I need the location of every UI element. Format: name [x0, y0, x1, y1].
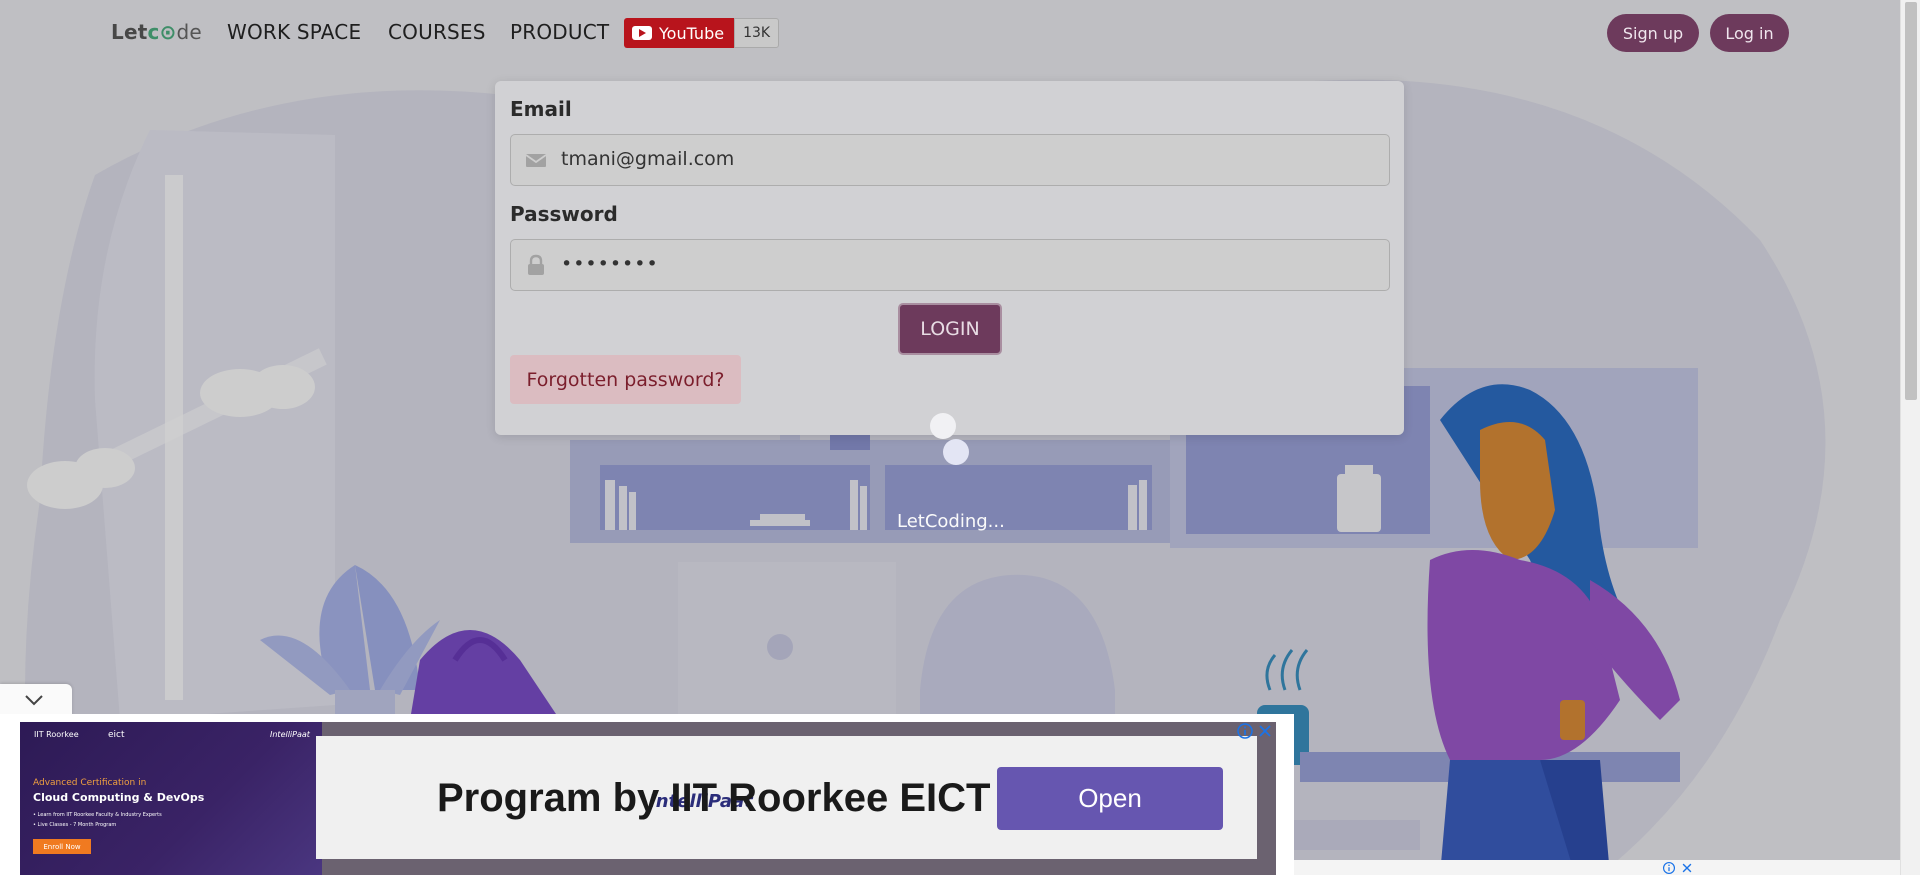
loading-text: LetCoding... — [897, 511, 1005, 532]
ad-intellipaat-logo: IntelliPaat — [270, 730, 310, 739]
nav-workspace-link[interactable]: WORK SPACE — [227, 20, 361, 44]
ad-headline: Program by IIT Roorkee EICT — [437, 776, 991, 820]
ad-iit-logo: IIT Roorkee — [34, 730, 79, 739]
ad-info-icon[interactable] — [1662, 861, 1676, 875]
chevron-down-icon — [25, 695, 43, 706]
scrollbar-thumb[interactable] — [1905, 2, 1917, 400]
ad-info-icon[interactable] — [1236, 722, 1254, 740]
envelope-icon — [525, 154, 547, 167]
ad-close-icon[interactable] — [1256, 722, 1274, 740]
logo-gear-icon: ⊙ — [159, 20, 177, 44]
youtube-subscriber-count: 13K — [734, 18, 780, 48]
ad-close-icon[interactable] — [1680, 861, 1694, 875]
loader-dot — [930, 413, 956, 439]
password-value: •••••••• — [561, 253, 659, 275]
top-navbar: Letc⊙de WORK SPACE COURSES PRODUCT YouTu… — [0, 0, 1900, 66]
youtube-button[interactable]: YouTube — [624, 18, 735, 48]
password-label: Password — [510, 202, 618, 226]
email-field[interactable]: tmani@gmail.com — [510, 134, 1390, 186]
ad-bullet: • Live Classes - 7 Month Program — [33, 822, 117, 828]
letcode-logo[interactable]: Letc⊙de — [111, 20, 202, 44]
loader-dot — [943, 439, 969, 465]
ad-tagline: Advanced Certification in — [33, 778, 147, 788]
youtube-play-icon — [632, 26, 652, 40]
ad-bullet: • Learn from IIT Roorkee Faculty & Indus… — [33, 812, 162, 818]
signup-button[interactable]: Sign up — [1607, 14, 1699, 52]
bottom-ad-strip — [1294, 860, 1900, 875]
ad-course-title: Cloud Computing & DevOps — [33, 791, 205, 804]
youtube-subscribe[interactable]: YouTube 13K — [624, 18, 780, 48]
forgot-password-button[interactable]: Forgotten password? — [510, 355, 741, 404]
nav-product-link[interactable]: PRODUCT — [510, 20, 609, 44]
ad-collapse-toggle[interactable] — [0, 684, 72, 716]
login-card: Email tmani@gmail.com Password •••••••• … — [495, 81, 1404, 435]
ad-open-button[interactable]: Open — [997, 767, 1223, 830]
email-label: Email — [510, 97, 572, 121]
password-field[interactable]: •••••••• — [510, 239, 1390, 291]
ad-image: IIT Roorkee eict IntelliPaat Advanced Ce… — [20, 722, 322, 875]
nav-courses-link[interactable]: COURSES — [388, 20, 486, 44]
login-nav-button[interactable]: Log in — [1710, 14, 1789, 52]
page-scrollbar[interactable] — [1900, 0, 1920, 875]
lock-icon — [528, 254, 544, 275]
ad-eict-logo: eict — [108, 730, 125, 740]
login-button[interactable]: LOGIN — [898, 303, 1002, 355]
ad-enroll-button[interactable]: Enroll Now — [33, 839, 91, 854]
email-value: tmani@gmail.com — [561, 148, 735, 170]
